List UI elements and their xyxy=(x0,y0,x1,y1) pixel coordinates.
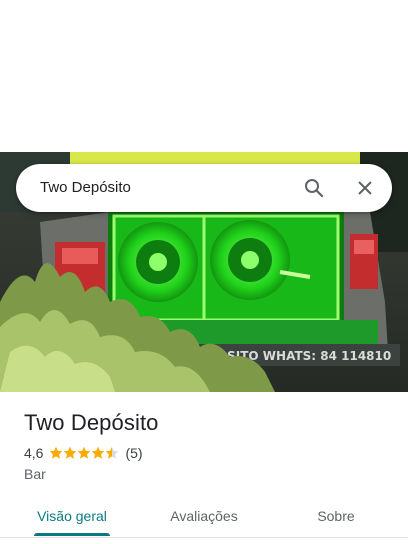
review-count[interactable]: (5) xyxy=(125,445,142,461)
tab-overview[interactable]: Visão geral xyxy=(18,494,126,538)
place-title: Two Depósito xyxy=(24,410,159,435)
tab-about[interactable]: Sobre xyxy=(282,494,390,538)
active-tab-indicator xyxy=(34,533,110,536)
stars-icon xyxy=(50,446,119,459)
star-rating xyxy=(49,446,119,460)
search-bar[interactable]: Two Depósito xyxy=(16,164,392,212)
search-icon[interactable] xyxy=(302,176,326,200)
rating-value: 4,6 xyxy=(24,445,44,461)
rating-row[interactable]: 4,6 (5) xyxy=(24,444,143,462)
place-tabs: Visão geral Avaliações Sobre xyxy=(0,494,408,538)
search-query[interactable]: Two Depósito xyxy=(40,178,131,198)
tab-reviews[interactable]: Avaliações xyxy=(150,494,258,538)
place-category: Bar xyxy=(24,466,46,482)
close-icon[interactable] xyxy=(353,176,377,200)
